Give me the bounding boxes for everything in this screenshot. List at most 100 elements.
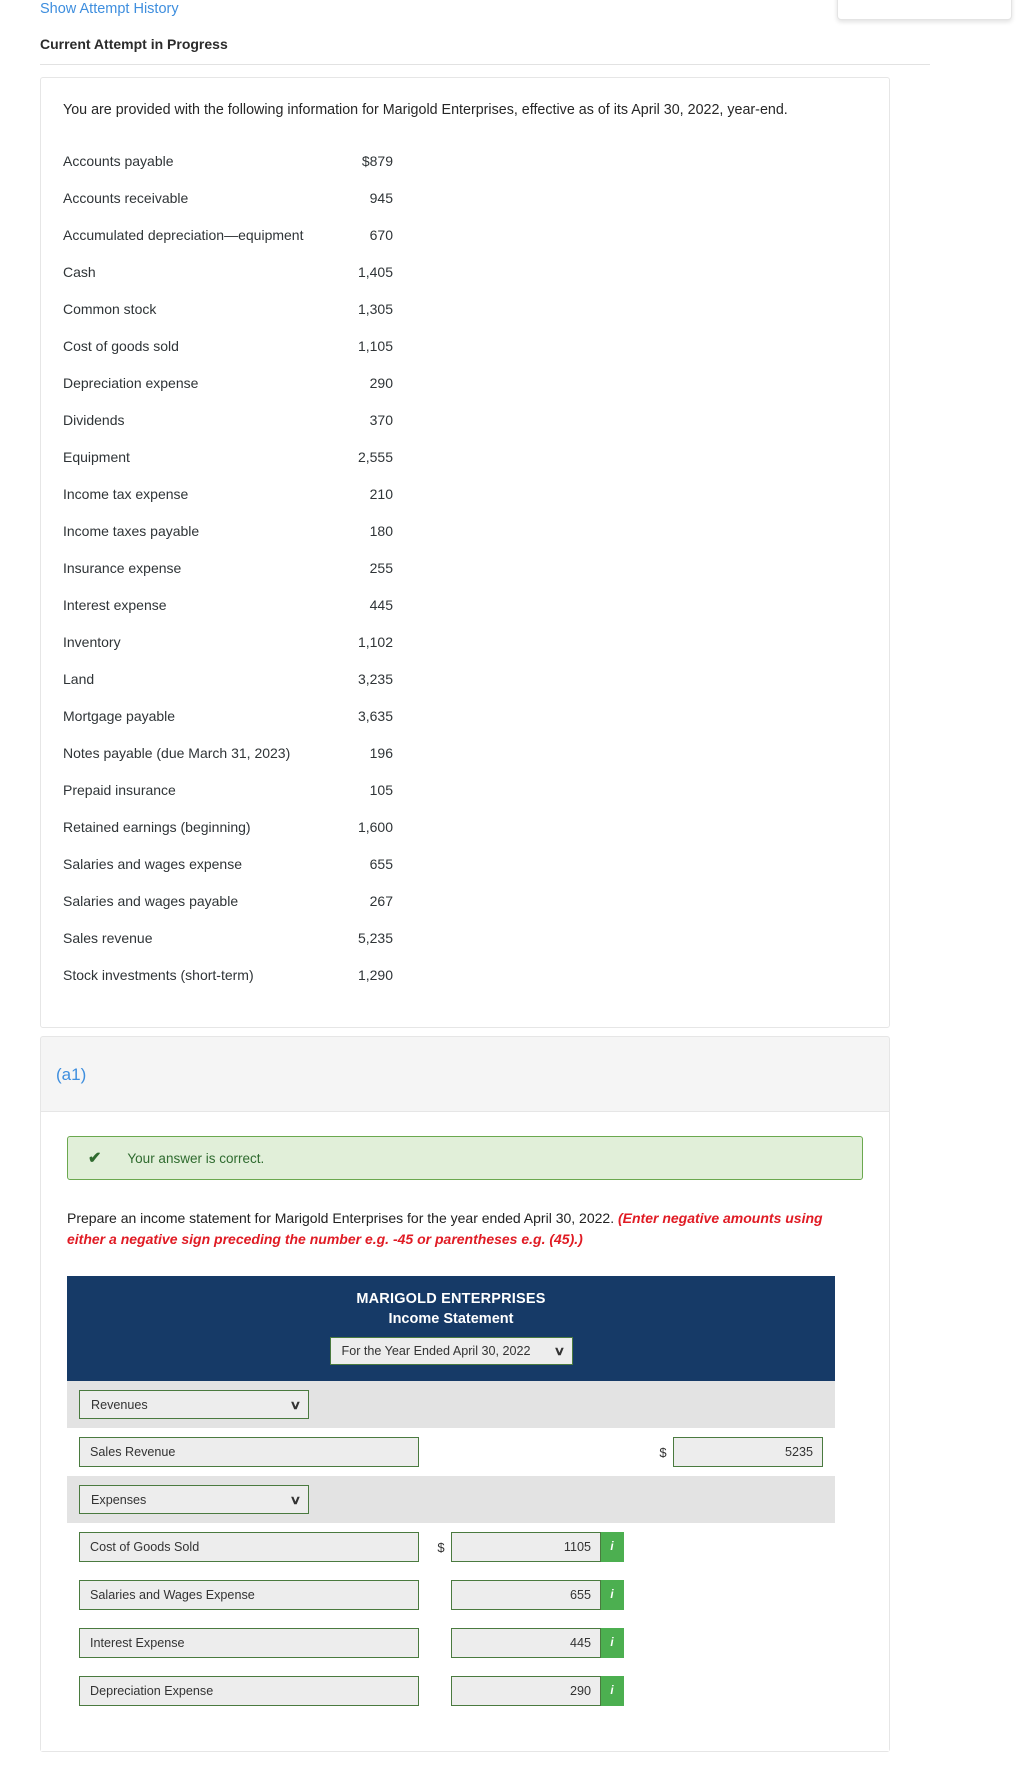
amount-input[interactable]: 445 <box>451 1628 601 1658</box>
account-name-input-value: Interest Expense <box>90 1636 185 1650</box>
account-name-input-value: Salaries and Wages Expense <box>90 1588 255 1602</box>
statement-company-name: MARIGOLD ENTERPRISES <box>356 1291 546 1307</box>
account-name: Stock investments (short-term) <box>63 966 254 983</box>
account-name: Salaries and wages payable <box>63 892 239 909</box>
account-name: Equipment <box>63 448 130 465</box>
table-row: Stock investments (short-term) 1,290 <box>63 956 393 993</box>
table-row: Land 3,235 <box>63 660 393 697</box>
account-value: 1,600 <box>357 818 393 835</box>
info-icon-button[interactable]: i <box>601 1676 624 1706</box>
account-name: Interest expense <box>63 596 167 613</box>
account-name-input-value: Depreciation Expense <box>90 1684 214 1698</box>
question-part-label: (a1) <box>56 1065 87 1084</box>
amount-input-value: 445 <box>569 1636 591 1650</box>
amount-group: $1105 i <box>431 1532 624 1562</box>
table-row: Equipment 2,555 <box>63 438 393 475</box>
account-value: 210 <box>369 485 393 502</box>
statement-title: Income Statement <box>388 1311 514 1327</box>
info-icon-button[interactable]: i <box>601 1532 624 1562</box>
account-value: 2,555 <box>357 448 393 465</box>
amount-input-value: 655 <box>569 1588 591 1602</box>
chevron-down-icon: ∨ <box>289 1492 302 1507</box>
account-value: 255 <box>369 559 393 576</box>
table-row: Prepaid insurance 105 <box>63 771 393 808</box>
table-row: Interest expense 445 <box>63 586 393 623</box>
account-name: Dividends <box>63 411 125 428</box>
table-row: Cash 1,405 <box>63 253 393 290</box>
current-attempt-heading: Current Attempt in Progress <box>40 36 228 52</box>
answer-correct-text: Your answer is correct. <box>127 1150 265 1166</box>
question-prompt: Prepare an income statement for Marigold… <box>67 1208 863 1250</box>
info-icon: i <box>610 1685 614 1697</box>
account-value: 3,635 <box>357 707 393 724</box>
info-icon: i <box>610 1589 614 1601</box>
page-top-area: Show Attempt History Current Attempt in … <box>0 0 1024 65</box>
statement-line-row: Sales Revenue $5235 <box>67 1428 835 1476</box>
amount-input[interactable]: 290 <box>451 1676 601 1706</box>
account-name: Retained earnings (beginning) <box>63 818 251 835</box>
statement-line-row: Salaries and Wages Expense 655 i <box>67 1571 835 1619</box>
show-attempt-history-link[interactable]: Show Attempt History <box>40 1 179 17</box>
amount-input-value: 5235 <box>784 1445 813 1459</box>
account-value: 1,305 <box>357 300 393 317</box>
group-select[interactable]: Revenues ∨ <box>79 1390 309 1419</box>
account-value: 1,105 <box>357 337 393 354</box>
table-row: Salaries and wages payable 267 <box>63 882 393 919</box>
provided-information-intro: You are provided with the following info… <box>63 102 788 118</box>
table-row: Dividends 370 <box>63 401 393 438</box>
account-name-input[interactable]: Sales Revenue <box>79 1437 419 1467</box>
table-row: Insurance expense 255 <box>63 549 393 586</box>
statement-line-row: Cost of Goods Sold $1105 i <box>67 1523 835 1571</box>
table-row: Income taxes payable 180 <box>63 512 393 549</box>
table-row: Depreciation expense 290 <box>63 364 393 401</box>
account-balances-table: Accounts payable $879 Accounts receivable 9… <box>63 142 393 993</box>
account-name-input[interactable]: Salaries and Wages Expense <box>79 1580 419 1610</box>
amount-input[interactable]: 1105 <box>451 1532 601 1562</box>
group-select-value: Revenues <box>91 1397 148 1412</box>
account-name: Mortgage payable <box>63 707 176 724</box>
amount-input[interactable]: 655 <box>451 1580 601 1610</box>
account-value: 290 <box>369 374 393 391</box>
account-value: $879 <box>361 152 393 169</box>
amount-group: 290 i <box>431 1676 624 1706</box>
question-a1-card: (a1) ✔ Your answer is correct. Prepare a… <box>40 1036 890 1752</box>
account-value: 655 <box>369 855 393 872</box>
question-prompt-main: Prepare an income statement for Marigold… <box>67 1210 618 1226</box>
amount-group: 445 i <box>431 1628 624 1658</box>
account-name-input[interactable]: Cost of Goods Sold <box>79 1532 419 1562</box>
account-value: 945 <box>369 189 393 206</box>
group-select-value: Expenses <box>91 1492 147 1507</box>
account-value: 105 <box>369 781 393 798</box>
table-row: Sales revenue 5,235 <box>63 919 393 956</box>
answer-correct-banner: ✔ Your answer is correct. <box>67 1136 863 1180</box>
account-value: 370 <box>369 411 393 428</box>
statement-line-row: Depreciation Expense 290 i <box>67 1667 835 1715</box>
account-value: 196 <box>369 744 393 761</box>
amount-input[interactable]: 5235 <box>673 1437 823 1467</box>
account-value: 670 <box>369 226 393 243</box>
table-row: Salaries and wages expense 655 <box>63 845 393 882</box>
account-name: Sales revenue <box>63 929 153 946</box>
table-row: Income tax expense 210 <box>63 475 393 512</box>
income-statement: MARIGOLD ENTERPRISES Income Statement Fo… <box>67 1276 835 1715</box>
statement-line-row: Interest Expense 445 i <box>67 1619 835 1667</box>
account-name: Notes payable (due March 31, 2023) <box>63 744 291 761</box>
account-name: Cash <box>63 263 96 280</box>
dollar-sign: $ <box>659 1444 667 1460</box>
account-name-input[interactable]: Interest Expense <box>79 1628 419 1658</box>
account-value: 180 <box>369 522 393 539</box>
check-icon: ✔ <box>88 1150 102 1167</box>
table-row: Mortgage payable 3,635 <box>63 697 393 734</box>
table-row: Retained earnings (beginning) 1,600 <box>63 808 393 845</box>
group-select[interactable]: Expenses ∨ <box>79 1485 309 1514</box>
account-name-input-value: Cost of Goods Sold <box>90 1540 200 1554</box>
period-select[interactable]: For the Year Ended April 30, 2022 ∨ <box>329 1337 573 1365</box>
info-icon: i <box>610 1541 614 1553</box>
floating-info-panel[interactable] <box>837 0 1012 20</box>
table-row: Accounts receivable 945 <box>63 179 393 216</box>
account-name-input[interactable]: Depreciation Expense <box>79 1676 419 1706</box>
info-icon-button[interactable]: i <box>601 1580 624 1610</box>
info-icon-button[interactable]: i <box>601 1628 624 1658</box>
account-name: Accumulated depreciation—equipment <box>63 226 304 243</box>
account-name: Accounts receivable <box>63 189 189 206</box>
